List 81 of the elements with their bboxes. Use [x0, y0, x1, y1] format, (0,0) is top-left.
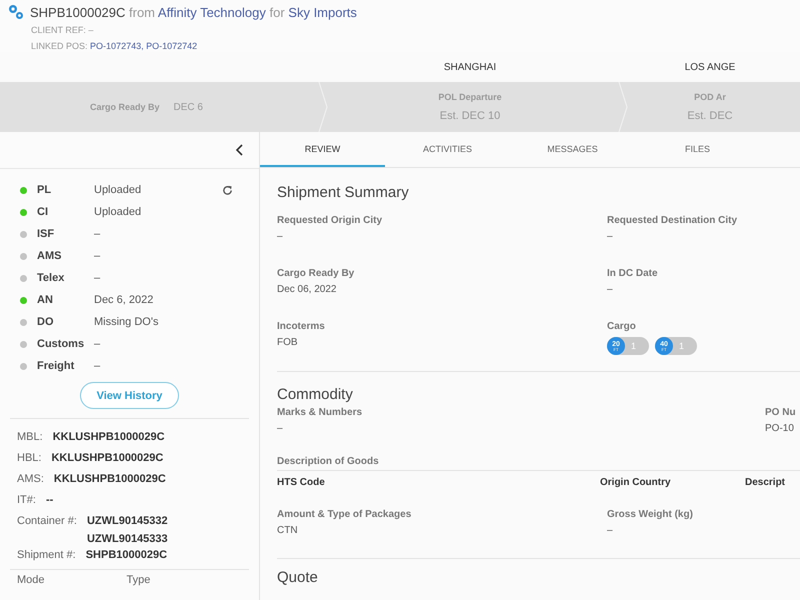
document-name: PL [37, 184, 52, 196]
field-label: Marks & Numbers [277, 407, 364, 418]
document-status: – [94, 338, 100, 350]
step-label: POD Ar [694, 92, 726, 102]
gears-icon [8, 4, 24, 20]
reference-label: MBL: [17, 430, 43, 443]
reference-label: IT#: [17, 493, 36, 506]
field-label: In DC Date [607, 268, 659, 279]
step-date: DEC 6 [174, 102, 203, 112]
field-label: Gross Weight (kg) [607, 509, 694, 520]
collapse-chevron-icon[interactable] [235, 144, 243, 156]
step-chevron-icon [618, 82, 628, 132]
field-label: Cargo Ready By [277, 268, 356, 279]
document-name: ISF [37, 228, 56, 240]
document-name: CI [37, 206, 49, 218]
reference-value: SHPB1000029C [86, 549, 168, 561]
linked-pos-label: LINKED POS: [31, 41, 88, 51]
field-label: Incoterms [277, 321, 326, 332]
column-header: Type [126, 574, 150, 586]
tab[interactable]: MESSAGES [510, 132, 635, 167]
document-name: Freight [37, 360, 76, 372]
tab[interactable]: REVIEW [260, 132, 385, 167]
field-label: Cargo [607, 321, 637, 332]
tab[interactable]: FILES [635, 132, 760, 167]
document-status: – [94, 250, 100, 262]
document-name: Customs [37, 338, 86, 350]
field-value: – [277, 423, 284, 434]
view-history-button[interactable]: View History [80, 382, 179, 409]
step-label: POL Departure [438, 92, 502, 102]
document-name: DO [37, 316, 54, 328]
step-label: Cargo Ready By [90, 102, 160, 112]
field-value: – [607, 231, 614, 242]
reference-value: UZWL90145332 [86, 515, 168, 527]
shipment-title: SHPB1000029C from Affinity Technology for Sky Imports [30, 4, 357, 20]
document-name: AMS [37, 250, 62, 262]
field-label: Description of Goods [277, 456, 800, 471]
column-header: HTS Code [277, 477, 326, 490]
column-header: Mode [17, 574, 45, 586]
field-value: – [607, 525, 614, 536]
document-status: Dec 6, 2022 [94, 294, 154, 306]
city-name: SHANGHAI [444, 62, 496, 72]
field-value: – [277, 231, 284, 242]
document-status: – [94, 228, 100, 240]
field-label: Requested Destination City [607, 215, 738, 226]
document-status: Uploaded [94, 206, 142, 218]
reference-value: KKLUSHPB1000029C [52, 431, 165, 443]
section-title: Commodity [277, 386, 354, 403]
field-value: – [607, 284, 614, 295]
reference-value: -- [46, 494, 54, 506]
document-name: Telex [37, 272, 66, 284]
field-value: PO-10 [765, 423, 795, 434]
reference-value: KKLUSHPB1000029C [51, 452, 164, 464]
step-date: Est. DEC [687, 110, 733, 122]
column-header: Descript [745, 477, 786, 490]
city-name: LOS ANGE [684, 62, 736, 72]
section-title: Quote [277, 569, 319, 586]
document-status: – [94, 272, 100, 284]
section-title: Shipment Summary [277, 184, 410, 201]
po-links[interactable]: PO-1072743, PO-1072742 [90, 41, 198, 51]
reference-label: Shipment #: [17, 548, 76, 561]
field-value: CTN [277, 525, 299, 536]
field-label: Amount & Type of Packages [277, 509, 412, 520]
reference-value: UZWL90145333 [86, 533, 168, 545]
reference-label: Container #: [17, 514, 77, 527]
field-value: FOB [277, 337, 299, 348]
reference-label: HBL: [17, 451, 42, 464]
field-label: PO Nu [765, 407, 797, 418]
refresh-icon[interactable] [222, 185, 233, 196]
column-header: Origin Country [600, 477, 672, 490]
document-name: AN [37, 294, 54, 306]
document-status: Missing DO's [94, 316, 158, 328]
field-value: Dec 06, 2022 [277, 284, 338, 295]
step-chevron-icon [318, 82, 328, 132]
client-ref: CLIENT REF: – [31, 25, 94, 35]
tab[interactable]: ACTIVITIES [385, 132, 510, 167]
document-status: Uploaded [94, 184, 142, 196]
reference-label: AMS: [17, 472, 44, 485]
document-status: – [94, 360, 100, 372]
step-date: Est. DEC 10 [440, 110, 500, 122]
field-label: Requested Origin City [277, 215, 384, 226]
reference-value: KKLUSHPB1000029C [54, 473, 166, 485]
